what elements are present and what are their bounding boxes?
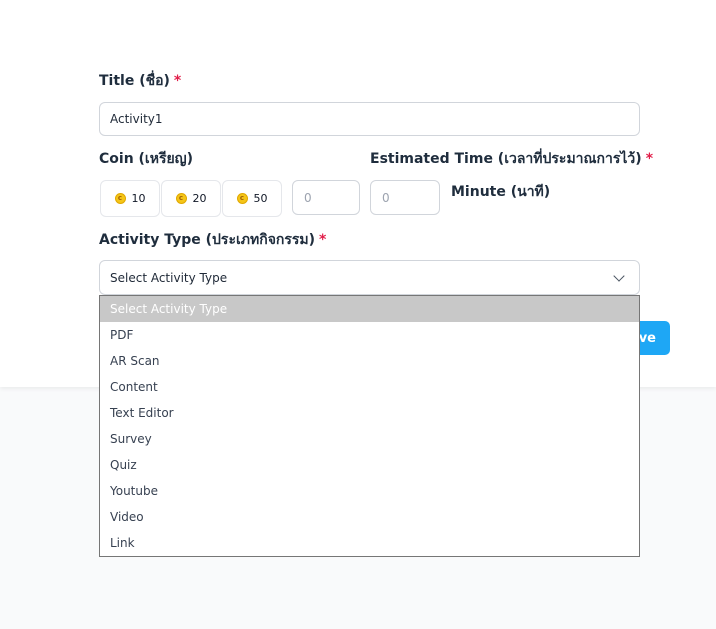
coin-option-10-button[interactable]: c 10 (100, 180, 160, 217)
required-marker: * (645, 151, 654, 167)
coin-option-label: 20 (192, 192, 207, 205)
coin-option-50-button[interactable]: c 50 (222, 180, 282, 217)
activity-type-selected-value: Select Activity Type (110, 270, 228, 285)
dropdown-option-link[interactable]: Link (100, 530, 639, 556)
coin-option-label: 50 (253, 192, 268, 205)
minute-unit-label: Minute (นาที) (451, 184, 551, 200)
required-marker: * (173, 73, 182, 89)
dropdown-option-youtube[interactable]: Youtube (100, 478, 639, 504)
coin-option-20-button[interactable]: c 20 (161, 180, 221, 217)
dropdown-option-video[interactable]: Video (100, 504, 639, 530)
activity-type-label-text: Activity Type (ประเภทกิจกรรม) (99, 232, 316, 248)
dropdown-option-content[interactable]: Content (100, 374, 639, 400)
dropdown-option-quiz[interactable]: Quiz (100, 452, 639, 478)
activity-type-select[interactable]: Select Activity Type (99, 260, 640, 295)
activity-type-label: Activity Type (ประเภทกิจกรรม) * (99, 229, 326, 251)
estimated-time-input[interactable]: 0 (370, 180, 440, 215)
title-input-value: Activity1 (110, 112, 163, 126)
coin-amount-placeholder: 0 (304, 190, 312, 205)
coin-label: Coin (เหรียญ) (99, 151, 193, 167)
required-marker: * (319, 232, 327, 248)
dropdown-option-text-editor[interactable]: Text Editor (100, 400, 639, 426)
title-input[interactable]: Activity1 (99, 102, 640, 136)
coin-icon: c (236, 193, 248, 204)
estimated-time-label-text: Estimated Time (เวลาที่ประมาณการไว้) (370, 151, 642, 167)
coin-amount-input[interactable]: 0 (292, 180, 360, 215)
dropdown-option-select-activity-type[interactable]: Select Activity Type (100, 296, 639, 322)
coin-option-label: 10 (131, 192, 146, 205)
estimated-time-placeholder: 0 (382, 190, 390, 205)
chevron-down-icon (613, 270, 625, 282)
activity-type-dropdown: Select Activity Type PDF AR Scan Content… (99, 295, 640, 557)
estimated-time-label: Estimated Time (เวลาที่ประมาณการไว้) * (370, 148, 653, 170)
dropdown-option-survey[interactable]: Survey (100, 426, 639, 452)
dropdown-option-pdf[interactable]: PDF (100, 322, 639, 348)
title-label: Title (ชื่อ) * (99, 70, 181, 92)
coin-icon: c (114, 193, 126, 204)
title-label-text: Title (ชื่อ) (99, 73, 170, 89)
coin-icon: c (175, 193, 187, 204)
dropdown-option-ar-scan[interactable]: AR Scan (100, 348, 639, 374)
